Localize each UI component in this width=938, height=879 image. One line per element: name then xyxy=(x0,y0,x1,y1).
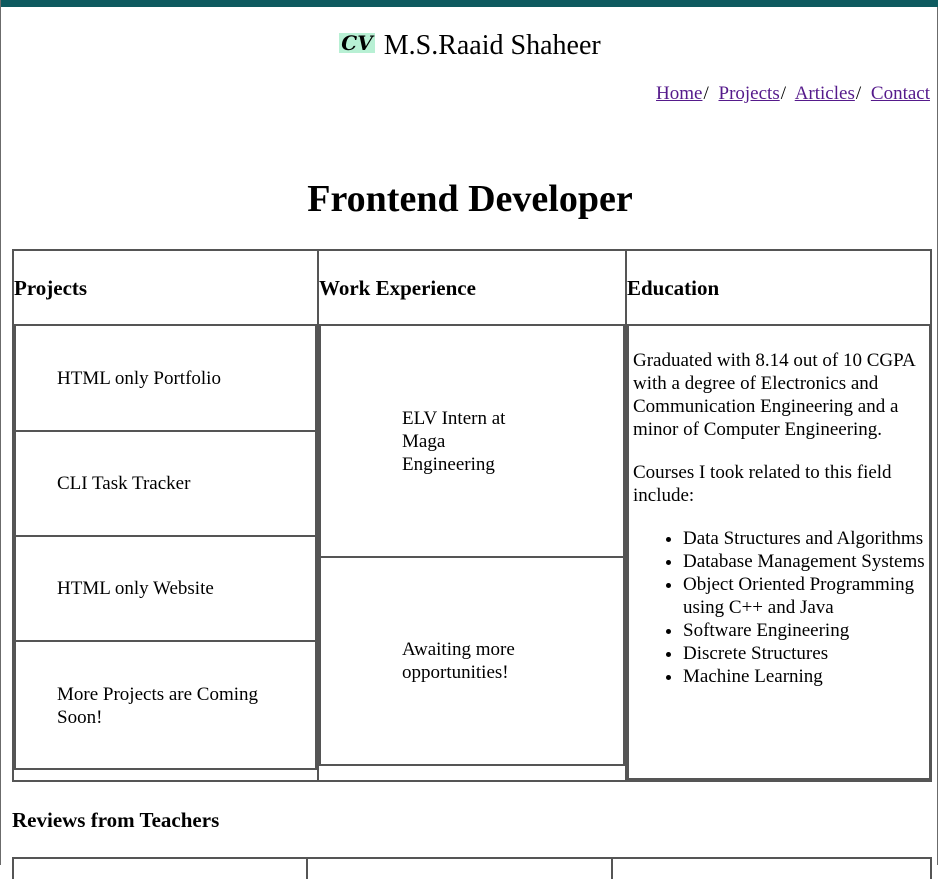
top-accent-bar xyxy=(1,0,938,7)
reviews-heading: Reviews from Teachers xyxy=(12,808,220,832)
education-content: Graduated with 8.14 out of 10 CGPA with … xyxy=(633,349,933,688)
course-item: Data Structures and Algorithms xyxy=(683,527,933,550)
cv-logo-icon: CV xyxy=(339,31,375,55)
project-cell: HTML only Portfolio xyxy=(16,326,315,432)
education-summary: Graduated with 8.14 out of 10 CGPA with … xyxy=(633,350,915,440)
reviews-table xyxy=(12,857,932,879)
nav-separator: / xyxy=(780,83,786,104)
project-cell: More Projects are Coming Soon! xyxy=(16,642,315,768)
overview-table: Projects Work Experience Education HTML … xyxy=(12,249,932,782)
project-cell: CLI Task Tracker xyxy=(16,432,315,537)
project-item: HTML only Website xyxy=(57,578,214,599)
course-item: Software Engineering xyxy=(683,619,933,642)
nav-home-link[interactable]: Home xyxy=(656,83,702,104)
top-nav: Home/ Projects/ Articles/ Contact xyxy=(656,82,930,106)
project-item: HTML only Portfolio xyxy=(57,368,221,389)
work-cell: Awaiting more opportunities! xyxy=(321,558,623,764)
page-title: Frontend Developer xyxy=(307,178,633,220)
nav-articles-link[interactable]: Articles xyxy=(795,83,855,104)
work-cell: ELV Intern at Maga Engineering xyxy=(321,326,623,558)
course-item: Database Management Systems xyxy=(683,550,933,573)
review-cell xyxy=(930,859,932,879)
courses-intro: Courses I took related to this field inc… xyxy=(633,462,892,506)
work-table: ELV Intern at Maga Engineering Awaiting … xyxy=(319,324,625,766)
work-experience-heading: Work Experience xyxy=(319,276,476,300)
nav-contact-link[interactable]: Contact xyxy=(871,83,930,104)
projects-table: HTML only Portfolio CLI Task Tracker HTM… xyxy=(14,324,317,770)
education-heading: Education xyxy=(627,276,720,300)
course-item: Discrete Structures xyxy=(683,642,933,665)
nav-separator: / xyxy=(855,83,862,104)
work-item: Awaiting more opportunities! xyxy=(402,639,515,683)
course-item: Machine Learning xyxy=(683,665,933,688)
work-item: ELV Intern at Maga Engineering xyxy=(402,408,506,475)
project-item: CLI Task Tracker xyxy=(57,473,191,494)
education-table: Graduated with 8.14 out of 10 CGPA with … xyxy=(627,324,931,780)
review-cell xyxy=(611,859,613,879)
review-cell xyxy=(12,859,14,879)
project-cell: HTML only Website xyxy=(16,537,315,642)
review-cell xyxy=(306,859,308,879)
nav-separator: / xyxy=(703,83,709,104)
projects-heading: Projects xyxy=(14,276,88,300)
site-name: M.S.Raaid Shaheer xyxy=(383,30,601,61)
project-item: More Projects are Coming Soon! xyxy=(57,684,259,728)
nav-projects-link[interactable]: Projects xyxy=(719,83,780,104)
courses-list: Data Structures and Algorithms Database … xyxy=(633,527,933,688)
course-item: Object Oriented Programming using C++ an… xyxy=(683,573,933,619)
site-header: CV M.S.Raaid Shaheer xyxy=(1,29,938,63)
